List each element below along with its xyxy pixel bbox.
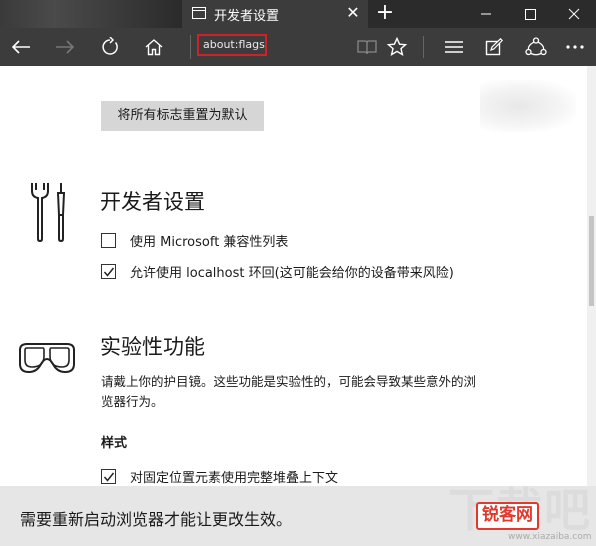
experimental-features-title: 实验性功能 — [100, 335, 205, 359]
checkmark-icon — [103, 267, 115, 277]
minimize-icon — [481, 13, 491, 15]
more-button[interactable] — [558, 28, 592, 66]
more-icon — [566, 45, 584, 49]
reading-view-button[interactable] — [350, 28, 384, 66]
forward-arrow-icon — [56, 40, 75, 54]
back-button[interactable] — [4, 28, 38, 66]
share-icon — [525, 37, 547, 56]
favorite-star-icon — [387, 37, 407, 57]
option-fixed-position-stacking[interactable]: 对固定位置元素使用完整堆叠上下文 — [101, 466, 338, 486]
maximize-icon — [525, 9, 536, 20]
web-note-button[interactable] — [477, 28, 511, 66]
option-label: 允许使用 localhost 环回(这可能会给你的设备带来风险) — [130, 265, 454, 281]
share-button[interactable] — [519, 28, 553, 66]
option-compat-list[interactable]: 使用 Microsoft 兼容性列表 — [101, 230, 288, 250]
new-tab-button[interactable]: + — [372, 0, 398, 28]
tab-title: 开发者设置 — [214, 9, 280, 24]
address-separator — [190, 35, 191, 59]
address-input[interactable]: about:flags — [197, 34, 267, 56]
favorite-button[interactable] — [380, 28, 414, 66]
scrollbar[interactable] — [587, 66, 596, 486]
restart-notice-text: 需要重新启动浏览器才能让更改生效。 — [20, 510, 293, 529]
hub-button[interactable] — [437, 28, 471, 66]
reset-flags-button[interactable]: 将所有标志重置为默认 — [101, 101, 264, 131]
tools-icon — [31, 183, 66, 243]
option-localhost-loopback[interactable]: 允许使用 localhost 环回(这可能会给你的设备带来风险) — [101, 261, 454, 281]
scrollbar-thumb[interactable] — [589, 216, 594, 306]
option-label: 对固定位置元素使用完整堆叠上下文 — [130, 470, 339, 486]
localhost-loopback-checkbox[interactable] — [101, 263, 116, 279]
fixed-position-stacking-checkbox[interactable] — [101, 468, 116, 484]
refresh-button[interactable] — [93, 28, 127, 66]
developer-settings-title: 开发者设置 — [100, 190, 205, 214]
back-arrow-icon — [11, 40, 30, 54]
reading-view-icon — [357, 40, 377, 55]
home-icon — [145, 39, 163, 56]
option-label: 使用 Microsoft 兼容性列表 — [130, 234, 289, 250]
address-bar: about:flags — [0, 28, 596, 66]
checkmark-icon — [103, 472, 115, 482]
maximize-button[interactable] — [508, 0, 552, 28]
styles-subheading: 样式 — [101, 436, 128, 451]
experimental-description: 请戴上你的护目镜。这些功能是实验性的，可能会导致某些意外的浏览器行为。 — [101, 374, 477, 409]
hub-icon — [445, 41, 463, 53]
web-note-icon — [485, 38, 503, 56]
tab-strip: 开发者设置 ✕ + — [0, 0, 596, 28]
close-tab-icon[interactable]: ✕ — [344, 4, 362, 22]
compat-list-checkbox[interactable] — [101, 232, 116, 248]
goggles-icon — [19, 343, 75, 374]
watermark-url: www.xiazaiba.com — [508, 532, 592, 542]
home-button[interactable] — [137, 28, 171, 66]
blurred-region — [480, 80, 576, 132]
forward-button[interactable] — [48, 28, 82, 66]
refresh-icon — [102, 37, 118, 55]
blurred-tabs — [0, 0, 180, 28]
close-icon — [568, 8, 580, 20]
page-icon — [192, 7, 206, 19]
toolbar-separator — [423, 36, 424, 58]
tab-developer-settings[interactable]: 开发者设置 ✕ — [182, 0, 368, 28]
watermark-logo: 锐客网 — [476, 502, 539, 530]
close-window-button[interactable] — [552, 0, 596, 28]
minimize-button[interactable] — [464, 0, 508, 28]
